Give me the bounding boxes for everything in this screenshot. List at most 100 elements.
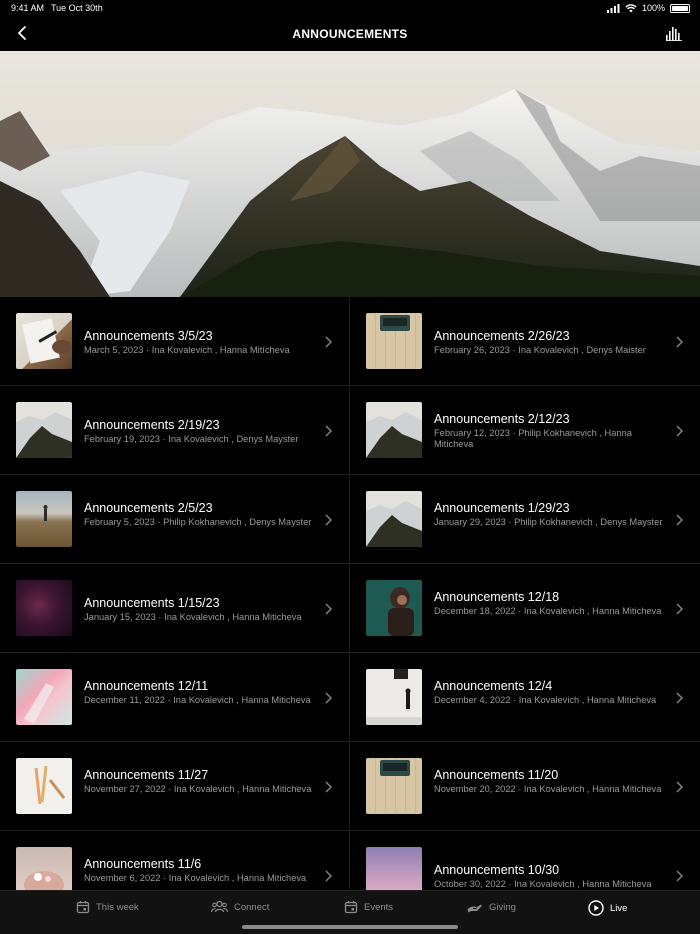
wall-figure-photo xyxy=(366,669,422,725)
item-meta: March 5, 2023 · Ina Kovalevich , Hanna M… xyxy=(84,345,290,355)
item-meta: December 11, 2022 · Ina Kovalevich , Han… xyxy=(84,695,311,705)
tab-giving[interactable]: Giving xyxy=(467,900,516,914)
calendar-icon xyxy=(76,901,90,914)
item-title: Announcements 2/19/23 xyxy=(84,418,220,432)
chevron-right-icon xyxy=(676,514,683,526)
typewriter-photo xyxy=(366,758,422,814)
list-item[interactable]: Announcements 11/6 November 6, 2022 · In… xyxy=(0,831,350,890)
flowers-photo xyxy=(16,847,72,890)
item-title: Announcements 1/29/23 xyxy=(434,501,570,515)
status-date: Tue Oct 30th xyxy=(51,3,103,13)
item-title: Announcements 10/30 xyxy=(434,863,560,877)
item-meta: November 6, 2022 · Ina Kovalevich , Hann… xyxy=(84,873,307,883)
item-meta: December 18, 2022 · Ina Kovalevich , Han… xyxy=(434,606,662,616)
portrait-photo xyxy=(366,580,422,636)
item-title: Announcements 12/18 xyxy=(434,590,560,604)
tab-label: Connect xyxy=(234,901,270,913)
mountain-photo xyxy=(366,402,422,458)
tab-this-week[interactable]: This week xyxy=(76,900,139,914)
chevron-right-icon xyxy=(325,603,332,615)
list-item[interactable]: Announcements 2/5/23 February 5, 2023 · … xyxy=(0,475,350,564)
battery-icon xyxy=(670,3,690,13)
item-title: Announcements 12/11 xyxy=(84,679,209,693)
item-meta: February 26, 2023 · Ina Kovalevich , Den… xyxy=(434,345,646,355)
item-meta: November 20, 2022 · Ina Kovalevich , Han… xyxy=(434,784,662,794)
item-meta: February 19, 2023 · Ina Kovalevich , Den… xyxy=(84,434,299,444)
item-title: Announcements 11/6 xyxy=(84,857,202,871)
item-title: Announcements 11/20 xyxy=(434,768,559,782)
item-meta: November 27, 2022 · Ina Kovalevich , Han… xyxy=(84,784,312,794)
item-title: Announcements 12/4 xyxy=(434,679,553,693)
list-item[interactable]: Announcements 12/18 December 18, 2022 · … xyxy=(350,564,700,653)
chevron-right-icon xyxy=(676,425,683,437)
nav-bar: ANNOUNCEMENTS xyxy=(0,16,700,51)
paint-photo xyxy=(16,669,72,725)
mountain-photo xyxy=(16,402,72,458)
tab-label: This week xyxy=(96,901,139,913)
chevron-right-icon xyxy=(325,425,332,437)
status-indicators: 100% xyxy=(606,3,690,13)
chevron-right-icon xyxy=(325,336,332,348)
list-item[interactable]: Announcements 3/5/23 March 5, 2023 · Ina… xyxy=(0,297,350,386)
item-title: Announcements 3/5/23 xyxy=(84,329,213,343)
item-title: Announcements 2/5/23 xyxy=(84,501,213,515)
page-title: ANNOUNCEMENTS xyxy=(292,27,408,41)
item-title: Announcements 2/26/23 xyxy=(434,329,570,343)
tab-label: Live xyxy=(610,902,628,914)
status-time: 9:41 AM xyxy=(11,3,45,13)
chevron-right-icon xyxy=(325,781,332,793)
chevron-right-icon xyxy=(325,514,332,526)
chevron-right-icon xyxy=(676,781,683,793)
tab-connect[interactable]: Connect xyxy=(211,900,269,914)
calendar-icon xyxy=(344,901,358,914)
item-meta: February 5, 2023 · Philip Kokhanevich , … xyxy=(84,517,312,527)
cellular-signal-icon xyxy=(606,3,620,13)
tab-events[interactable]: Events xyxy=(344,900,393,914)
list-item[interactable]: Announcements 2/19/23 February 19, 2023 … xyxy=(0,386,350,475)
list-item[interactable]: Announcements 1/15/23 January 15, 2023 ·… xyxy=(0,564,350,653)
list-item[interactable]: Announcements 12/4 December 4, 2022 · In… xyxy=(350,653,700,742)
tab-live[interactable]: Live xyxy=(588,900,627,916)
list-item[interactable]: Announcements 2/26/23 February 26, 2023 … xyxy=(350,297,700,386)
announcement-grid: Announcements 3/5/23 March 5, 2023 · Ina… xyxy=(0,297,700,890)
list-item[interactable]: Announcements 1/29/23 January 29, 2023 ·… xyxy=(350,475,700,564)
item-meta: February 12, 2023 · Philip Kokhanevich ,… xyxy=(434,428,632,450)
notebook-photo xyxy=(16,313,72,369)
people-icon xyxy=(211,900,228,913)
chevron-right-icon xyxy=(325,692,332,704)
list-item[interactable]: Announcements 12/11 December 11, 2022 · … xyxy=(0,653,350,742)
item-title: Announcements 11/27 xyxy=(84,768,209,782)
hero-image xyxy=(0,51,700,297)
home-indicator[interactable] xyxy=(242,925,458,929)
play-circle-icon xyxy=(588,900,604,916)
item-meta: January 29, 2023 · Philip Kokhanevich , … xyxy=(434,517,663,527)
field-photo xyxy=(16,491,72,547)
item-title: Announcements 1/15/23 xyxy=(84,596,220,610)
item-title: Announcements 2/12/23 xyxy=(434,412,570,426)
battery-percent: 100% xyxy=(641,3,665,13)
audio-bars-icon[interactable] xyxy=(666,25,682,41)
item-meta: October 30, 2022 · Ina Kovalevich , Hann… xyxy=(434,879,652,889)
typewriter-photo xyxy=(366,313,422,369)
chevron-right-icon xyxy=(676,692,683,704)
chevron-right-icon xyxy=(676,870,683,882)
giving-hand-icon xyxy=(467,904,482,913)
list-item[interactable]: Announcements 11/20 November 20, 2022 · … xyxy=(350,742,700,831)
wifi-icon xyxy=(625,3,637,12)
mountain-photo xyxy=(0,51,700,297)
item-meta: January 15, 2023 · Ina Kovalevich , Hann… xyxy=(84,612,302,622)
list-item[interactable]: Announcements 10/30 October 30, 2022 · I… xyxy=(350,831,700,890)
chevron-right-icon xyxy=(676,336,683,348)
item-meta: December 4, 2022 · Ina Kovalevich , Hann… xyxy=(434,695,657,705)
sky-photo xyxy=(366,847,422,890)
nebula-photo xyxy=(16,580,72,636)
tab-label: Events xyxy=(364,901,394,913)
tab-label: Giving xyxy=(489,901,516,913)
list-item[interactable]: Announcements 2/12/23 February 12, 2023 … xyxy=(350,386,700,475)
chevron-right-icon xyxy=(676,603,683,615)
mountain-photo xyxy=(366,491,422,547)
list-item[interactable]: Announcements 11/27 November 27, 2022 · … xyxy=(0,742,350,831)
status-bar: 9:41 AM Tue Oct 30th 100% xyxy=(0,0,700,16)
chevron-right-icon xyxy=(325,870,332,882)
pencils-photo xyxy=(16,758,72,814)
